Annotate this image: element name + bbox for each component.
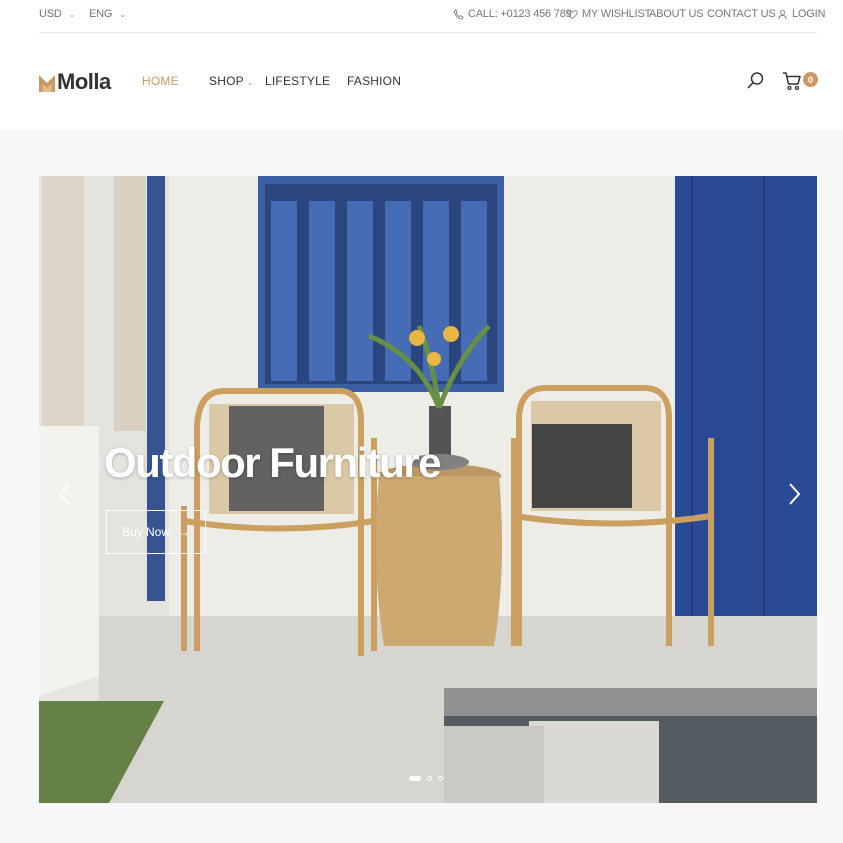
logo-mark-icon [39, 75, 55, 92]
menu-item-shop[interactable]: SHOP ⌄ [209, 74, 254, 88]
phone-link[interactable]: CALL: +0123 456 789 [453, 8, 572, 20]
wishlist-label: MY WISHLIST [582, 8, 652, 20]
chevron-left-icon[interactable] [55, 476, 75, 512]
chevron-down-icon: ⌄ [119, 9, 126, 19]
language-select[interactable]: ENG ⌄ [89, 8, 126, 20]
hero-image [39, 176, 817, 803]
buy-now-button[interactable]: Buy Now → [106, 510, 206, 554]
login-link[interactable]: LOGIN [777, 8, 825, 20]
hero-slider: Outdoor Furniture Buy Now → [39, 176, 817, 803]
hero-title: Outdoor Furniture [104, 439, 442, 486]
logo[interactable]: Molla [39, 69, 111, 95]
phone-label: CALL: +0123 456 789 [468, 8, 572, 20]
chevron-down-icon: ⌄ [246, 78, 254, 87]
contact-label: CONTACT US [707, 8, 776, 20]
slider-dot[interactable] [427, 776, 432, 781]
cart-count-badge: 0 [803, 72, 818, 87]
main-nav: Molla HOME SHOP ⌄ LIFESTYLE FASHION 0 [0, 34, 843, 129]
login-label: LOGIN [792, 8, 826, 20]
slider-dot[interactable] [409, 776, 421, 781]
language-label: ENG [89, 8, 113, 20]
contact-link[interactable]: CONTACT US [707, 8, 776, 20]
site-header: USD ⌄ ENG ⌄ CALL: +0123 456 789 MY WISHL… [0, 0, 843, 129]
phone-icon [453, 8, 464, 19]
about-label: ABOUT US [649, 8, 704, 20]
about-link[interactable]: ABOUT US [649, 8, 704, 20]
buy-now-label: Buy Now [121, 525, 171, 539]
heart-icon [567, 9, 578, 19]
arrow-right-icon: → [178, 525, 191, 539]
wishlist-link[interactable]: MY WISHLIST [567, 8, 651, 20]
menu-item-lifestyle[interactable]: LIFESTYLE [265, 74, 330, 88]
currency-select[interactable]: USD ⌄ [39, 8, 75, 20]
currency-label: USD [39, 8, 62, 20]
menu-item-shop-label: SHOP [209, 74, 244, 88]
chevron-down-icon: ⌄ [68, 9, 76, 19]
top-bar: USD ⌄ ENG ⌄ CALL: +0123 456 789 MY WISHL… [39, 0, 825, 33]
brand-name: Molla [57, 69, 111, 94]
cart-icon[interactable] [782, 71, 802, 91]
user-icon [778, 9, 787, 19]
menu-item-fashion[interactable]: FASHION [347, 74, 401, 88]
search-icon[interactable] [747, 71, 765, 89]
slider-dot[interactable] [438, 776, 443, 781]
menu-item-home[interactable]: HOME [142, 74, 179, 88]
slider-dots [409, 776, 443, 781]
chevron-right-icon[interactable] [784, 476, 804, 512]
